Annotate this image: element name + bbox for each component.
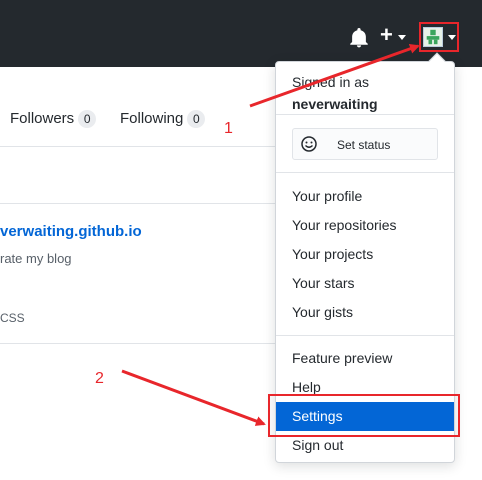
arrow-1 bbox=[249, 43, 420, 108]
annotation-arrows bbox=[121, 43, 420, 426]
arrow-2 bbox=[121, 369, 266, 426]
